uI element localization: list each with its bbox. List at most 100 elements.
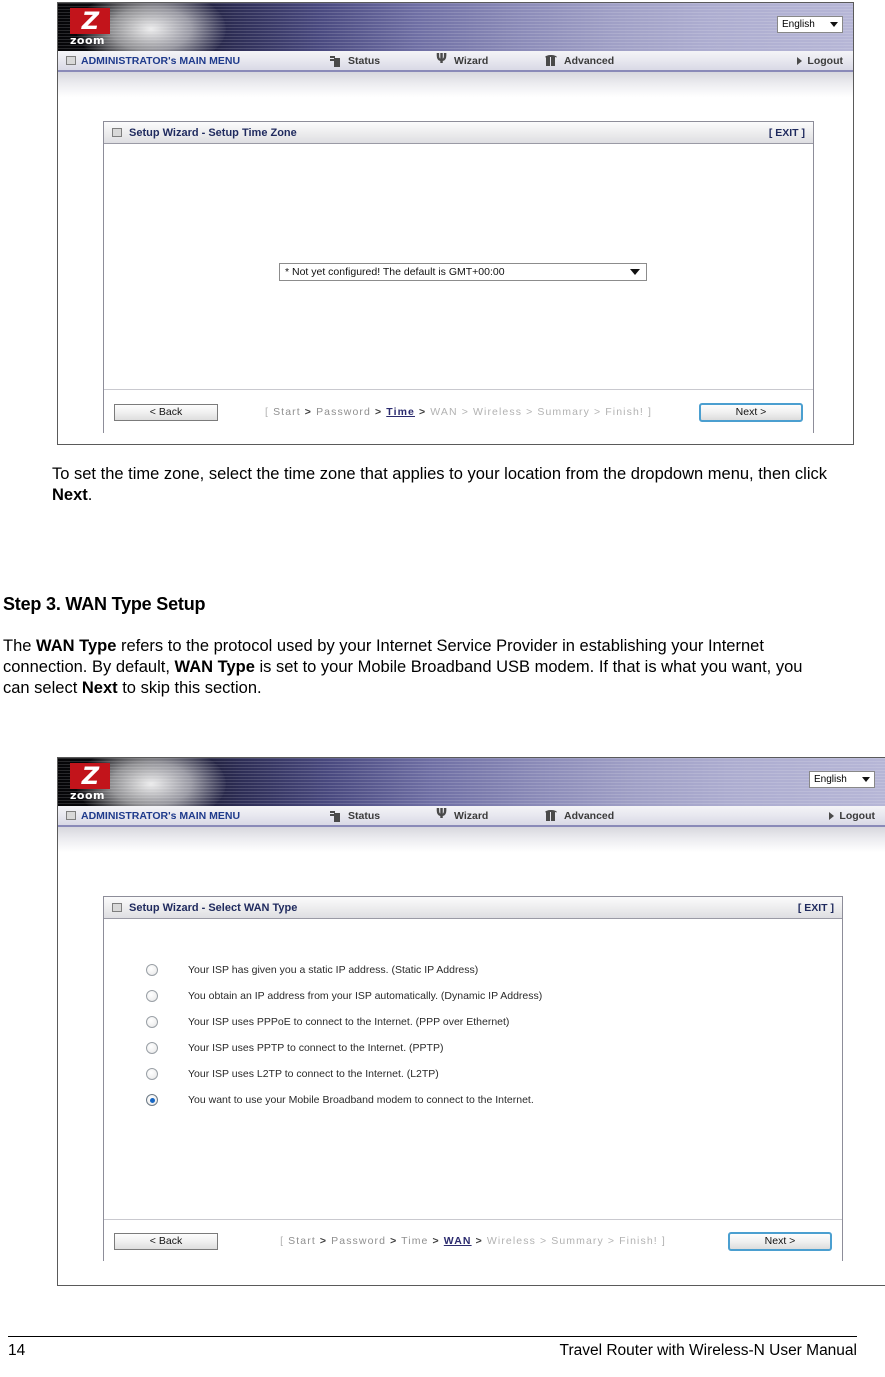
panel-body-time-zone: * Not yet configured! The default is GMT… <box>104 144 813 389</box>
nav-item-advanced[interactable]: Advanced <box>545 809 614 822</box>
panel-footer-time-zone: < Back [ Start > Password > Time > WAN >… <box>104 389 813 434</box>
language-select-value: English <box>782 19 815 30</box>
nav-item-wizard-label: Wizard <box>454 809 489 822</box>
wan-type-radio-group: Your ISP has given you a static IP addre… <box>146 957 542 1113</box>
panel-title-bar: Setup Wizard - Select WAN Type [ EXIT ] <box>104 897 842 919</box>
panel-title-label: Setup Wizard - Setup Time Zone <box>129 126 297 139</box>
paragraph-bold-next: Next <box>81 679 118 697</box>
breadcrumb-close: ] <box>647 406 652 418</box>
wan-type-option-label: You obtain an IP address from your ISP a… <box>188 990 543 1002</box>
nav-item-logout-label: Logout <box>807 54 843 67</box>
wizard-panel-wan-type: Setup Wizard - Select WAN Type [ EXIT ] … <box>103 896 843 1262</box>
radio-icon-selected[interactable] <box>146 1094 158 1106</box>
paragraph-wan-type-description: The WAN Type refers to the protocol used… <box>3 636 833 699</box>
wan-type-option-label: Your ISP uses PPPoE to connect to the In… <box>188 1016 510 1028</box>
nav-item-main-menu[interactable]: ADMINISTRATOR's MAIN MENU <box>66 810 240 822</box>
radio-icon[interactable] <box>146 1042 158 1054</box>
next-button[interactable]: Next > <box>728 1231 832 1251</box>
paragraph-text: To set the time zone, select the time zo… <box>52 465 828 483</box>
breadcrumb-step-time[interactable]: Time <box>386 406 415 418</box>
panel-title-bar: Setup Wizard - Setup Time Zone [ EXIT ] <box>104 122 813 144</box>
wan-type-option-static-ip[interactable]: Your ISP has given you a static IP addre… <box>146 957 542 983</box>
nav-item-advanced[interactable]: Advanced <box>545 54 615 67</box>
wan-type-option-pppoe[interactable]: Your ISP uses PPPoE to connect to the In… <box>146 1009 542 1035</box>
paragraph-time-zone-instructions: To set the time zone, select the time zo… <box>52 464 842 506</box>
breadcrumb-step-finish: Finish! <box>619 1235 658 1247</box>
nav-item-main-menu-label: ADMINISTRATOR's MAIN MENU <box>81 809 241 822</box>
router-header: Z zoom English <box>58 3 853 51</box>
nav-item-wizard[interactable]: Wizard <box>436 807 489 822</box>
breadcrumb-step-start[interactable]: Start <box>273 406 301 418</box>
page-footer: 14 Travel Router with Wireless-N User Ma… <box>8 1336 857 1369</box>
exit-link[interactable]: [ EXIT ] <box>798 902 834 914</box>
nav-item-status[interactable]: Status <box>330 810 380 822</box>
header-under-strip <box>58 72 853 98</box>
breadcrumb-step-wireless: Wireless <box>473 406 523 418</box>
radio-icon[interactable] <box>146 990 158 1002</box>
wan-type-option-pptp[interactable]: Your ISP uses PPTP to connect to the Int… <box>146 1035 542 1061</box>
wan-type-option-label: You want to use your Mobile Broadband mo… <box>188 1094 534 1106</box>
wizard-icon <box>436 807 449 822</box>
nav-item-logout[interactable]: Logout <box>829 810 875 822</box>
arrow-right-icon <box>829 811 835 820</box>
zoom-logo-box: Z <box>70 763 110 789</box>
timezone-select[interactable]: * Not yet configured! The default is GMT… <box>279 263 647 281</box>
zoom-logo: Z zoom <box>70 763 126 803</box>
panel-footer-wan-type: < Back [ Start > Password > Time > WAN >… <box>104 1219 842 1262</box>
zoom-logo-letter: Z <box>81 762 99 790</box>
window-icon <box>112 128 122 137</box>
radio-icon[interactable] <box>146 1016 158 1028</box>
breadcrumb-step-time[interactable]: Time <box>401 1235 428 1247</box>
radio-icon[interactable] <box>146 1068 158 1080</box>
router-nav-bar: ADMINISTRATOR's MAIN MENU Status Wizard … <box>58 51 853 72</box>
screenshot-setup-time-zone: Z zoom English ADMINISTRATOR's MAIN MENU… <box>57 2 854 445</box>
wan-type-option-mobile-broadband[interactable]: You want to use your Mobile Broadband mo… <box>146 1087 542 1113</box>
breadcrumb-close: ] <box>661 1235 666 1247</box>
advanced-icon <box>545 809 559 822</box>
nav-item-wizard[interactable]: Wizard <box>436 52 489 67</box>
timezone-select-value: * Not yet configured! The default is GMT… <box>285 266 505 278</box>
paragraph-period: . <box>87 486 93 504</box>
window-icon <box>66 811 76 820</box>
zoom-logo: Z zoom <box>70 8 126 48</box>
nav-item-logout[interactable]: Logout <box>797 55 843 67</box>
chevron-down-icon <box>862 777 870 782</box>
advanced-icon <box>545 54 559 67</box>
paragraph-bold-wan-type-2: WAN Type <box>174 658 255 676</box>
nav-item-main-menu[interactable]: ADMINISTRATOR's MAIN MENU <box>66 55 240 67</box>
breadcrumb-step-wan[interactable]: WAN <box>444 1235 472 1247</box>
wan-type-option-dynamic-ip[interactable]: You obtain an IP address from your ISP a… <box>146 983 542 1009</box>
nav-item-wizard-label: Wizard <box>454 54 489 67</box>
breadcrumb-step-wan: WAN <box>430 406 458 418</box>
arrow-right-icon <box>797 56 803 65</box>
nav-item-logout-label: Logout <box>839 809 875 822</box>
language-select[interactable]: English <box>777 16 843 33</box>
header-under-strip <box>58 827 885 853</box>
wan-type-option-l2tp[interactable]: Your ISP uses L2TP to connect to the Int… <box>146 1061 542 1087</box>
window-icon <box>112 903 122 912</box>
breadcrumb-step-start[interactable]: Start <box>288 1235 316 1247</box>
page-number: 14 <box>8 1342 26 1359</box>
zoom-logo-box: Z <box>70 8 110 34</box>
nav-item-advanced-label: Advanced <box>564 54 615 67</box>
wan-type-option-label: Your ISP uses L2TP to connect to the Int… <box>188 1068 439 1080</box>
wan-type-option-label: Your ISP uses PPTP to connect to the Int… <box>188 1042 444 1054</box>
nav-item-status-label: Status <box>348 54 381 67</box>
nav-item-status[interactable]: Status <box>330 55 380 67</box>
panel-title-label: Setup Wizard - Select WAN Type <box>129 901 298 914</box>
next-button[interactable]: Next > <box>699 402 803 422</box>
exit-link[interactable]: [ EXIT ] <box>769 127 805 139</box>
heading-step-3: Step 3. WAN Type Setup <box>3 594 206 614</box>
language-select-value: English <box>814 774 847 785</box>
wizard-icon <box>436 52 449 67</box>
chevron-down-icon <box>830 22 838 27</box>
nav-item-status-label: Status <box>348 809 381 822</box>
radio-icon[interactable] <box>146 964 158 976</box>
breadcrumb-open: [ <box>280 1235 285 1247</box>
breadcrumb-step-password[interactable]: Password <box>331 1235 386 1247</box>
language-select[interactable]: English <box>809 771 875 788</box>
breadcrumb-step-finish: Finish! <box>605 406 644 418</box>
breadcrumb-step-wireless: Wireless <box>486 1235 536 1247</box>
window-icon <box>66 56 76 65</box>
breadcrumb-step-password[interactable]: Password <box>316 406 371 418</box>
